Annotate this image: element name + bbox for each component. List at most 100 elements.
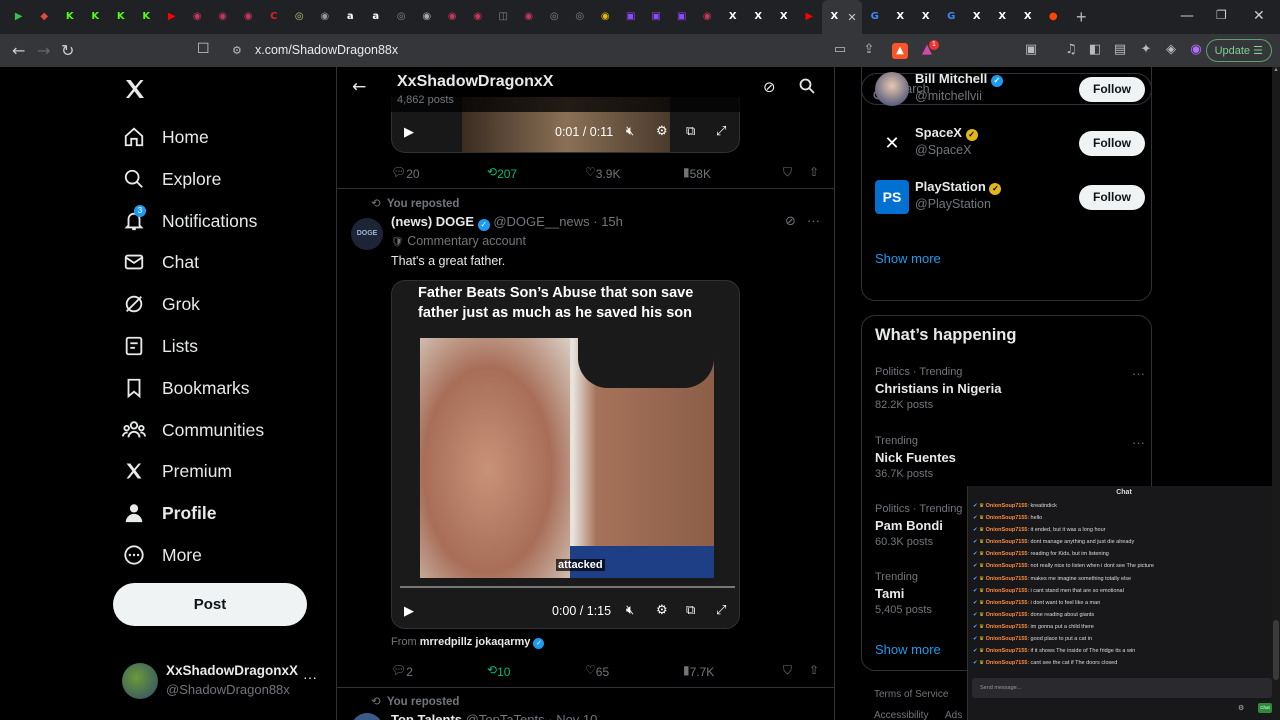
pip-icon[interactable]: ⧉ [686,603,695,618]
new-tab-button[interactable]: + [1076,7,1087,28]
settings-gear-icon[interactable]: ⚙ [656,603,668,618]
browser-tab[interactable]: X [888,0,914,34]
more-dots-icon[interactable]: ··· [1132,435,1145,450]
nav-item-home[interactable]: Home [122,117,209,157]
follow-suggestion[interactable]: Bill Mitchell ✓ @mitchellvii Follow [875,70,1145,110]
mute-icon[interactable]: 🔇︎ [626,603,634,618]
like-button[interactable]: ♡ 3.9K [585,165,620,181]
footer-link[interactable]: Ads [945,710,962,720]
post-author[interactable]: Top Talents @TopTaTents · Nov 10 [391,712,597,720]
follow-suggestion[interactable]: PS PlayStation ✓ @PlayStation Follow [875,178,1145,218]
reply-button[interactable]: 💬︎ 2 [391,663,413,679]
chat-send-button[interactable]: Chat [1258,703,1272,713]
browser-tab[interactable]: ◉ [185,0,211,34]
share-icon[interactable]: ⇧ [809,165,819,179]
browser-tab[interactable]: X [964,0,990,34]
footer-link[interactable]: Accessibility [874,710,928,720]
browser-tab[interactable]: ▶ [159,0,185,34]
bookmark-icon[interactable]: ⛉ [783,663,792,678]
close-tab-icon[interactable]: ✕ [847,11,856,24]
browser-tab[interactable]: ◉ [236,0,262,34]
nav-item-communities[interactable]: Communities [122,410,264,450]
browser-tab[interactable]: K [108,0,134,34]
tab-search-icon[interactable]: ▣ [1023,42,1039,58]
minimize-icon[interactable]: — [1180,8,1194,24]
wallet-icon[interactable]: ▤ [1112,42,1128,58]
nav-item-profile[interactable]: Profile [122,493,216,533]
pip-icon[interactable]: ⧉ [686,124,695,139]
browser-tab[interactable]: X [913,0,939,34]
browser-tab[interactable]: ▣ [618,0,644,34]
follow-button[interactable]: Follow [1079,131,1145,156]
follow-button[interactable]: Follow [1079,77,1145,102]
chat-settings-icon[interactable]: ⚙ [1238,704,1244,712]
share-icon[interactable]: ⇪ [861,42,877,58]
maximize-icon[interactable]: ❐ [1216,8,1227,22]
browser-tab[interactable]: a [363,0,389,34]
grok-explain-icon[interactable]: ⊘ [785,214,796,229]
browser-tab[interactable]: ◎ [287,0,313,34]
back-arrow-icon[interactable]: ← [12,41,25,60]
browser-tab[interactable]: ◉ [695,0,721,34]
close-window-icon[interactable]: ✕ [1253,8,1265,24]
update-button[interactable]: Update ☰ [1205,39,1272,62]
browser-tab[interactable]: ◉ [516,0,542,34]
nav-item-grok[interactable]: Grok [122,284,200,324]
nav-item-chat[interactable]: Chat [122,242,199,282]
browser-tab[interactable]: K [57,0,83,34]
avatar[interactable]: DOGE [351,218,383,250]
avatar[interactable] [351,713,383,720]
nav-item-more[interactable]: More [122,535,202,575]
browser-tab[interactable]: ◆ [32,0,58,34]
extension-icon[interactable]: ◉ [1188,42,1204,58]
bookmark-page-icon[interactable]: ☐ [197,41,210,57]
more-dots-icon[interactable]: ··· [303,669,317,685]
repost-button[interactable]: ⟲ 10 [487,663,510,679]
fullscreen-icon[interactable]: ⤢ [716,603,726,618]
browser-tab[interactable]: ◉ [465,0,491,34]
nav-item-lists[interactable]: Lists [122,326,198,366]
browser-tab[interactable]: K [83,0,109,34]
nav-item-bookmarks[interactable]: Bookmarks [122,368,250,408]
page-scrollbar[interactable]: ▲ [1272,67,1280,720]
play-icon[interactable]: ▶ [404,124,414,140]
browser-tab[interactable]: ◎ [389,0,415,34]
browser-tab[interactable]: X [746,0,772,34]
share-icon[interactable]: ⇧ [809,663,819,677]
more-dots-icon[interactable]: ··· [1132,366,1145,381]
browser-tab[interactable]: ▶ [6,0,32,34]
play-icon[interactable]: ▶ [404,603,414,619]
site-info-icon[interactable]: ⚙ [232,38,242,63]
browser-tab[interactable]: G [939,0,965,34]
repost-button[interactable]: ⟲ 207 [487,165,517,181]
mute-icon[interactable]: 🔇︎ [626,124,634,139]
browser-tab[interactable]: a [338,0,364,34]
cast-icon[interactable]: ▭ [832,42,848,58]
nav-item-premium[interactable]: Premium [122,451,232,491]
browser-tab[interactable]: X [771,0,797,34]
footer-link[interactable]: Terms of Service [874,689,948,700]
browser-tab[interactable]: ◎ [567,0,593,34]
browser-tab[interactable]: ▣ [644,0,670,34]
source-name[interactable]: mrredpillz jokaqarmy [420,636,531,648]
bookmark-icon[interactable]: ⛉ [783,165,792,180]
show-more-link[interactable]: Show more [875,251,941,266]
trend-item[interactable]: Politics · Trending Christians in Nigeria… [875,366,1145,411]
browser-tab[interactable]: K [134,0,160,34]
browser-tab[interactable]: ◉ [312,0,338,34]
vpn-icon[interactable]: ◈ [1163,42,1179,58]
post-author[interactable]: (news) DOGE ✓ @DOGE__news · 15h [391,214,623,231]
show-more-link[interactable]: Show more [875,642,941,657]
search-icon[interactable] [799,78,815,99]
browser-tab[interactable]: ▣ [669,0,695,34]
views-button[interactable]: ▮ 58K [683,165,711,181]
music-icon[interactable]: ♫ [1063,42,1079,58]
browser-tab[interactable]: ● [1041,0,1067,34]
back-arrow-icon[interactable]: ← [352,77,366,97]
brave-shield-icon[interactable]: ▲ [892,43,908,59]
post-button[interactable]: Post [113,583,307,626]
browser-tab[interactable]: ▶ [797,0,823,34]
settings-gear-icon[interactable]: ⚙ [656,124,668,139]
sidebar-icon[interactable]: ◧ [1087,42,1103,58]
browser-tab[interactable]: X [990,0,1016,34]
